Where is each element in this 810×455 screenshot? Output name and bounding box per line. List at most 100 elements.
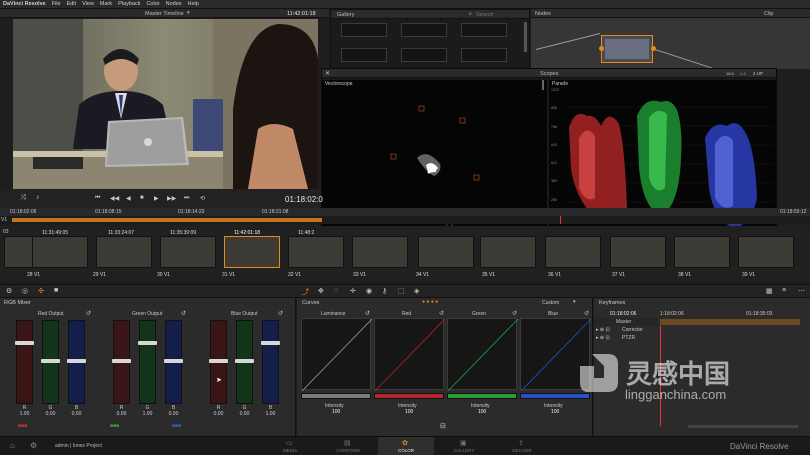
slider-knob[interactable] <box>41 359 60 363</box>
tracker-icon[interactable]: ✛ <box>350 287 356 295</box>
clip-thumbnail-selected[interactable] <box>224 236 280 268</box>
slider-value[interactable]: 1.00 <box>16 411 33 417</box>
curve-graph-red[interactable] <box>374 318 446 392</box>
clip-thumbnail[interactable] <box>610 236 666 268</box>
intensity-value[interactable]: 100 <box>551 409 559 415</box>
reset-icon[interactable]: ↺ <box>365 310 370 317</box>
tab-deliver[interactable]: ⇪ DELIVER <box>494 437 550 455</box>
menu-help[interactable]: Help <box>188 1 199 7</box>
scopes-layout[interactable]: 2 UP <box>753 71 763 76</box>
key-icon[interactable]: ⚷ <box>382 287 387 295</box>
list-view-icon[interactable]: ≡ <box>782 287 786 294</box>
blue-out-b-slider[interactable] <box>261 320 280 404</box>
sizing-icon[interactable]: ⬚ <box>398 287 405 295</box>
chevron-down-icon[interactable]: ▾ <box>573 299 576 305</box>
menu-app[interactable]: DaVinci Resolve <box>3 1 46 7</box>
red-out-g-slider[interactable] <box>41 320 60 404</box>
swap-channels-icon[interactable]: ■■■ <box>172 423 181 429</box>
clip-thumbnail[interactable] <box>32 236 88 268</box>
clip-thumbnail[interactable] <box>160 236 216 268</box>
window-icon[interactable]: ◌ <box>334 287 338 294</box>
viewer-title[interactable]: Master Timeline <box>145 11 184 17</box>
gallery-search-input[interactable]: Search <box>476 12 493 18</box>
slider-knob[interactable] <box>164 359 183 363</box>
green-out-g-slider[interactable] <box>138 320 157 404</box>
corrector-node[interactable] <box>599 35 656 63</box>
scopes-divider-handle[interactable] <box>542 80 544 90</box>
track-row-master[interactable]: Master <box>594 318 658 326</box>
timeline-track[interactable]: V1 <box>0 216 810 224</box>
tab-color[interactable]: ✿ COLOR <box>378 437 434 455</box>
menu-view[interactable]: View <box>82 1 94 7</box>
menu-mark[interactable]: Mark <box>100 1 112 7</box>
3d-icon[interactable]: ◈ <box>414 287 419 295</box>
options-icon[interactable]: ⋯ <box>798 287 805 295</box>
node-input-dot[interactable] <box>599 46 604 51</box>
go-to-start-icon[interactable]: ⏮ <box>95 195 100 202</box>
tab-media[interactable]: ▭ MEDIA <box>262 437 318 455</box>
fast-forward-icon[interactable]: ▶▶ <box>167 195 176 202</box>
clip-thumbnail[interactable] <box>288 236 344 268</box>
slider-value[interactable]: 0.00 <box>68 411 85 417</box>
gallery-still[interactable] <box>461 48 507 62</box>
reset-icon[interactable]: ↺ <box>512 310 517 317</box>
timeline-clip-bar[interactable] <box>12 218 322 222</box>
intensity-bar-luminance[interactable] <box>301 393 371 399</box>
gallery-scrollbar[interactable] <box>524 22 527 52</box>
tab-conform[interactable]: ▤ CONFORM <box>320 437 376 455</box>
clip-thumbnail[interactable] <box>418 236 474 268</box>
slider-knob[interactable] <box>235 359 254 363</box>
page-dots[interactable]: ● ● ● ● <box>422 299 438 305</box>
expand-icon[interactable]: ▸ ⊕ ⊡ <box>596 327 610 333</box>
playhead[interactable] <box>560 216 561 224</box>
menu-color[interactable]: Color <box>146 1 159 7</box>
nodes-mode[interactable]: Clip <box>764 11 773 17</box>
slider-knob[interactable] <box>15 341 34 345</box>
slider-value[interactable]: 0.00 <box>210 411 227 417</box>
slider-value[interactable]: 1.00 <box>262 411 279 417</box>
rewind-icon[interactable]: ◀◀ <box>110 195 119 202</box>
clip-thumbnail[interactable] <box>480 236 536 268</box>
intensity-value[interactable]: 100 <box>332 409 340 415</box>
intensity-value[interactable]: 100 <box>405 409 413 415</box>
color-wheels-icon[interactable]: ◎ <box>22 287 28 295</box>
green-out-r-slider[interactable] <box>112 320 131 404</box>
gallery-still[interactable] <box>401 48 447 62</box>
slider-value[interactable]: 0.00 <box>165 411 182 417</box>
menu-edit[interactable]: Edit <box>67 1 76 7</box>
menu-file[interactable]: File <box>52 1 61 7</box>
home-icon[interactable]: ⌂ <box>10 441 15 450</box>
search-icon[interactable]: ⌕ <box>469 11 472 17</box>
loop-icon[interactable]: ⟲ <box>200 195 205 202</box>
gamepad-icon[interactable]: ⊟ <box>440 422 446 430</box>
slider-value[interactable]: 0.00 <box>236 411 253 417</box>
gallery-still[interactable] <box>341 23 387 37</box>
gear-icon[interactable]: ⚙ <box>6 287 12 295</box>
clip-thumbnail[interactable] <box>545 236 601 268</box>
gear-icon[interactable]: ⚙ <box>30 441 37 450</box>
curve-graph-green[interactable] <box>447 318 519 392</box>
clip-thumbnail[interactable] <box>674 236 730 268</box>
go-to-end-icon[interactable]: ⏭ <box>184 195 189 202</box>
slider-knob[interactable] <box>209 359 228 363</box>
volume-icon[interactable]: ♪ <box>36 194 40 201</box>
expand-icon[interactable]: ▸ ⊕ ⊡ <box>596 335 610 341</box>
slider-knob[interactable] <box>112 359 131 363</box>
qualifier-icon[interactable]: ✥ <box>318 287 324 295</box>
scopes-option-169[interactable]: 16:9 <box>726 71 734 76</box>
gallery-still[interactable] <box>461 23 507 37</box>
grid-view-icon[interactable]: ▦ <box>766 287 773 295</box>
intensity-bar-green[interactable] <box>447 393 517 399</box>
red-out-b-slider[interactable] <box>67 320 86 404</box>
swap-channels-icon[interactable]: ■■■ <box>110 423 119 429</box>
slider-knob[interactable] <box>138 341 157 345</box>
shuffle-icon[interactable]: ⤨ <box>20 194 26 202</box>
clip-thumbnail[interactable] <box>352 236 408 268</box>
slider-value[interactable]: 1.00 <box>139 411 156 417</box>
menu-playback[interactable]: Playback <box>118 1 140 7</box>
clip-thumbnail[interactable] <box>738 236 794 268</box>
reset-icon[interactable]: ↺ <box>439 310 444 317</box>
curves-mode[interactable]: Custom <box>542 300 559 306</box>
play-icon[interactable]: ▶ <box>154 195 159 202</box>
slider-value[interactable]: 0.00 <box>42 411 59 417</box>
